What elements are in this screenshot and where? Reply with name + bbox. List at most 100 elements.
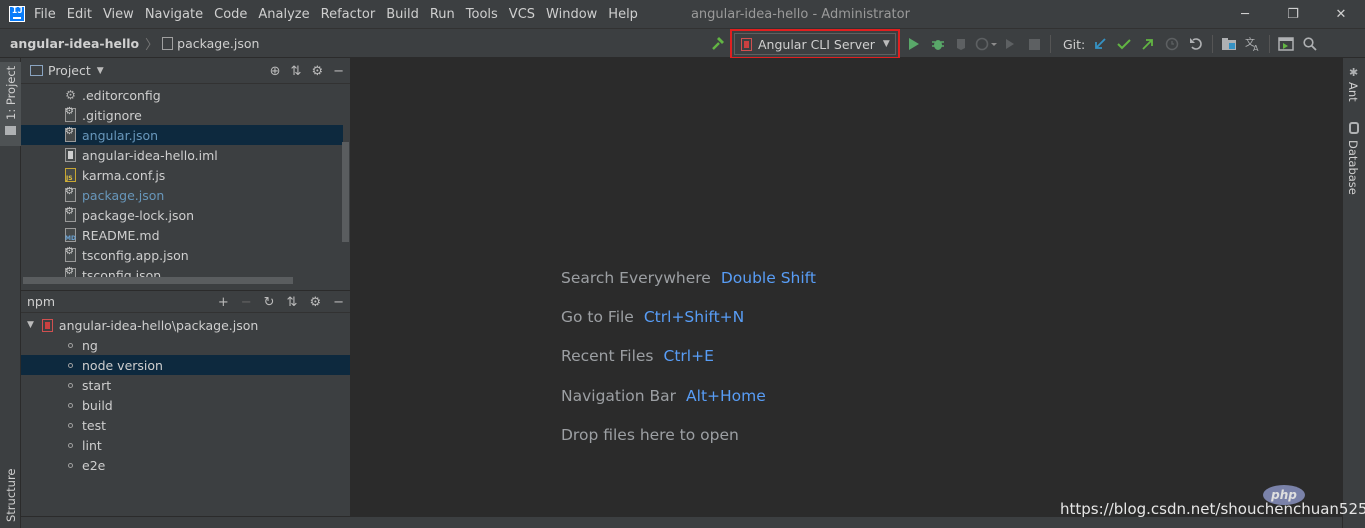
npm-package-path: angular-idea-hello\package.json	[58, 317, 259, 333]
run-configuration-label: Angular CLI Server	[758, 36, 875, 52]
hint-navigation-bar: Navigation Bar Alt+Home	[561, 387, 816, 426]
git-push-icon[interactable]	[1136, 29, 1160, 59]
script-bullet-icon	[68, 422, 73, 428]
menu-edit[interactable]: Edit	[67, 7, 92, 22]
expand-arrow-icon[interactable]: ▼	[27, 320, 34, 330]
refresh-icon[interactable]: ↻	[264, 295, 275, 310]
project-file-tree: ⚙ .editorconfig .gitignore angular.json …	[21, 85, 343, 285]
tree-row-package-lock[interactable]: package-lock.json	[21, 205, 343, 225]
npm-script-item[interactable]: node version	[21, 355, 350, 375]
npm-script-item[interactable]: test	[21, 415, 350, 435]
tree-row-angular-json[interactable]: angular.json	[21, 125, 343, 145]
tree-row-iml[interactable]: angular-idea-hello.iml	[21, 145, 343, 165]
translate-icon[interactable]: 文A	[1241, 29, 1265, 59]
hide-panel-icon[interactable]: −	[333, 295, 344, 310]
horizontal-scrollbar[interactable]	[23, 277, 293, 284]
hint-shortcut: Ctrl+E	[663, 347, 714, 366]
menu-analyze[interactable]: Analyze	[258, 7, 309, 22]
hint-label: Drop files here to open	[561, 425, 739, 444]
project-panel-title[interactable]: Project	[48, 63, 91, 78]
git-commit-icon[interactable]	[1112, 29, 1136, 59]
hint-label: Go to File	[561, 308, 634, 327]
settings-gear-icon[interactable]: ⚙	[309, 295, 321, 310]
project-tool-tab[interactable]: 1: Project	[0, 62, 21, 146]
menu-file[interactable]: File	[34, 7, 56, 22]
run-icon[interactable]	[902, 29, 926, 59]
npm-panel-tools: + − ↻ ⇅ ⚙ −	[218, 291, 344, 313]
locate-icon[interactable]: ⊕	[270, 64, 281, 79]
breadcrumb-project[interactable]: angular-idea-hello	[10, 36, 139, 51]
script-name: lint	[82, 437, 102, 453]
remove-icon[interactable]: −	[241, 295, 252, 310]
profile-icon[interactable]	[974, 29, 998, 59]
chevron-down-icon[interactable]: ▼	[97, 66, 104, 76]
menu-tools[interactable]: Tools	[466, 7, 498, 22]
intellij-logo-icon[interactable]: IJ	[9, 6, 25, 22]
menu-code[interactable]: Code	[214, 7, 247, 22]
rollback-icon[interactable]	[1184, 29, 1208, 59]
run-configuration-dropdown[interactable]: Angular CLI Server ▼	[730, 29, 900, 59]
config-file-icon	[65, 186, 76, 202]
script-bullet-icon	[68, 442, 73, 448]
tree-row-gitignore[interactable]: .gitignore	[21, 105, 343, 125]
menu-view[interactable]: View	[103, 7, 134, 22]
database-tool-tab-label: Database	[1346, 140, 1360, 195]
ant-tool-tab[interactable]: ✱ Ant	[1343, 62, 1365, 106]
tree-row-package-json[interactable]: package.json	[21, 185, 343, 205]
config-file-icon	[65, 126, 76, 142]
npm-script-item[interactable]: lint	[21, 435, 350, 455]
hide-panel-icon[interactable]: −	[333, 64, 344, 79]
tree-row-tsconfig-app[interactable]: tsconfig.app.json	[21, 245, 343, 265]
menu-help[interactable]: Help	[608, 7, 638, 22]
menu-navigate[interactable]: Navigate	[145, 7, 203, 22]
build-hammer-icon[interactable]	[706, 29, 730, 59]
breadcrumb-file[interactable]: package.json	[177, 36, 259, 51]
presentation-mode-icon[interactable]	[1274, 29, 1298, 59]
minimize-button[interactable]: ─	[1221, 0, 1269, 28]
debug-icon[interactable]	[926, 29, 950, 59]
script-name: test	[82, 417, 107, 433]
vertical-scrollbar[interactable]	[342, 142, 349, 242]
collapse-all-icon[interactable]: ⇅	[291, 64, 302, 79]
menu-build[interactable]: Build	[386, 7, 419, 22]
npm-tool-window: npm + − ↻ ⇅ ⚙ − ▼ angular-idea-hello\pac…	[21, 290, 351, 516]
history-icon[interactable]	[1160, 29, 1184, 59]
coverage-icon[interactable]	[950, 29, 974, 59]
npm-package-icon	[41, 318, 53, 332]
search-icon[interactable]	[1298, 29, 1322, 59]
settings-gear-icon[interactable]: ⚙	[311, 64, 323, 79]
npm-script-item[interactable]: build	[21, 395, 350, 415]
stop-icon[interactable]	[1022, 29, 1046, 59]
npm-script-item[interactable]: e2e	[21, 455, 350, 475]
tree-row-karma-conf[interactable]: karma.conf.js	[21, 165, 343, 185]
npm-package-root[interactable]: ▼ angular-idea-hello\package.json	[21, 315, 350, 335]
resume-icon[interactable]	[998, 29, 1022, 59]
menu-vcs[interactable]: VCS	[509, 7, 535, 22]
js-file-icon	[65, 168, 76, 182]
close-button[interactable]: ✕	[1317, 0, 1365, 28]
database-tool-tab[interactable]: Database	[1343, 118, 1365, 195]
tree-row-editorconfig[interactable]: ⚙ .editorconfig	[21, 85, 343, 105]
tree-row-readme[interactable]: README.md	[21, 225, 343, 245]
structure-tool-tab[interactable]: Structure	[0, 462, 21, 526]
menu-refactor[interactable]: Refactor	[321, 7, 376, 22]
toolbar-separator	[1050, 35, 1051, 53]
project-panel-header: Project ▼ ⊕ ⇅ ⚙ −	[21, 58, 350, 84]
toolbar-separator	[1269, 35, 1271, 53]
npm-script-item[interactable]: start	[21, 375, 350, 395]
iml-file-icon	[65, 148, 76, 162]
menu-run[interactable]: Run	[430, 7, 455, 22]
editor-empty-hints: Search Everywhere Double Shift Go to Fil…	[561, 269, 816, 465]
json-file-icon	[162, 36, 174, 50]
collapse-all-icon[interactable]: ⇅	[287, 295, 298, 310]
editor-area[interactable]: Search Everywhere Double Shift Go to Fil…	[352, 58, 1342, 516]
add-icon[interactable]: +	[218, 295, 229, 310]
git-update-icon[interactable]	[1088, 29, 1112, 59]
restore-button[interactable]: ❐	[1269, 0, 1317, 28]
menu-window[interactable]: Window	[546, 7, 597, 22]
file-name: karma.conf.js	[82, 167, 166, 183]
npm-script-item[interactable]: ng	[21, 335, 350, 355]
file-name: .editorconfig	[82, 87, 161, 103]
project-structure-icon[interactable]	[1217, 29, 1241, 59]
npm-scripts-tree: ▼ angular-idea-hello\package.json ng nod…	[21, 315, 350, 475]
